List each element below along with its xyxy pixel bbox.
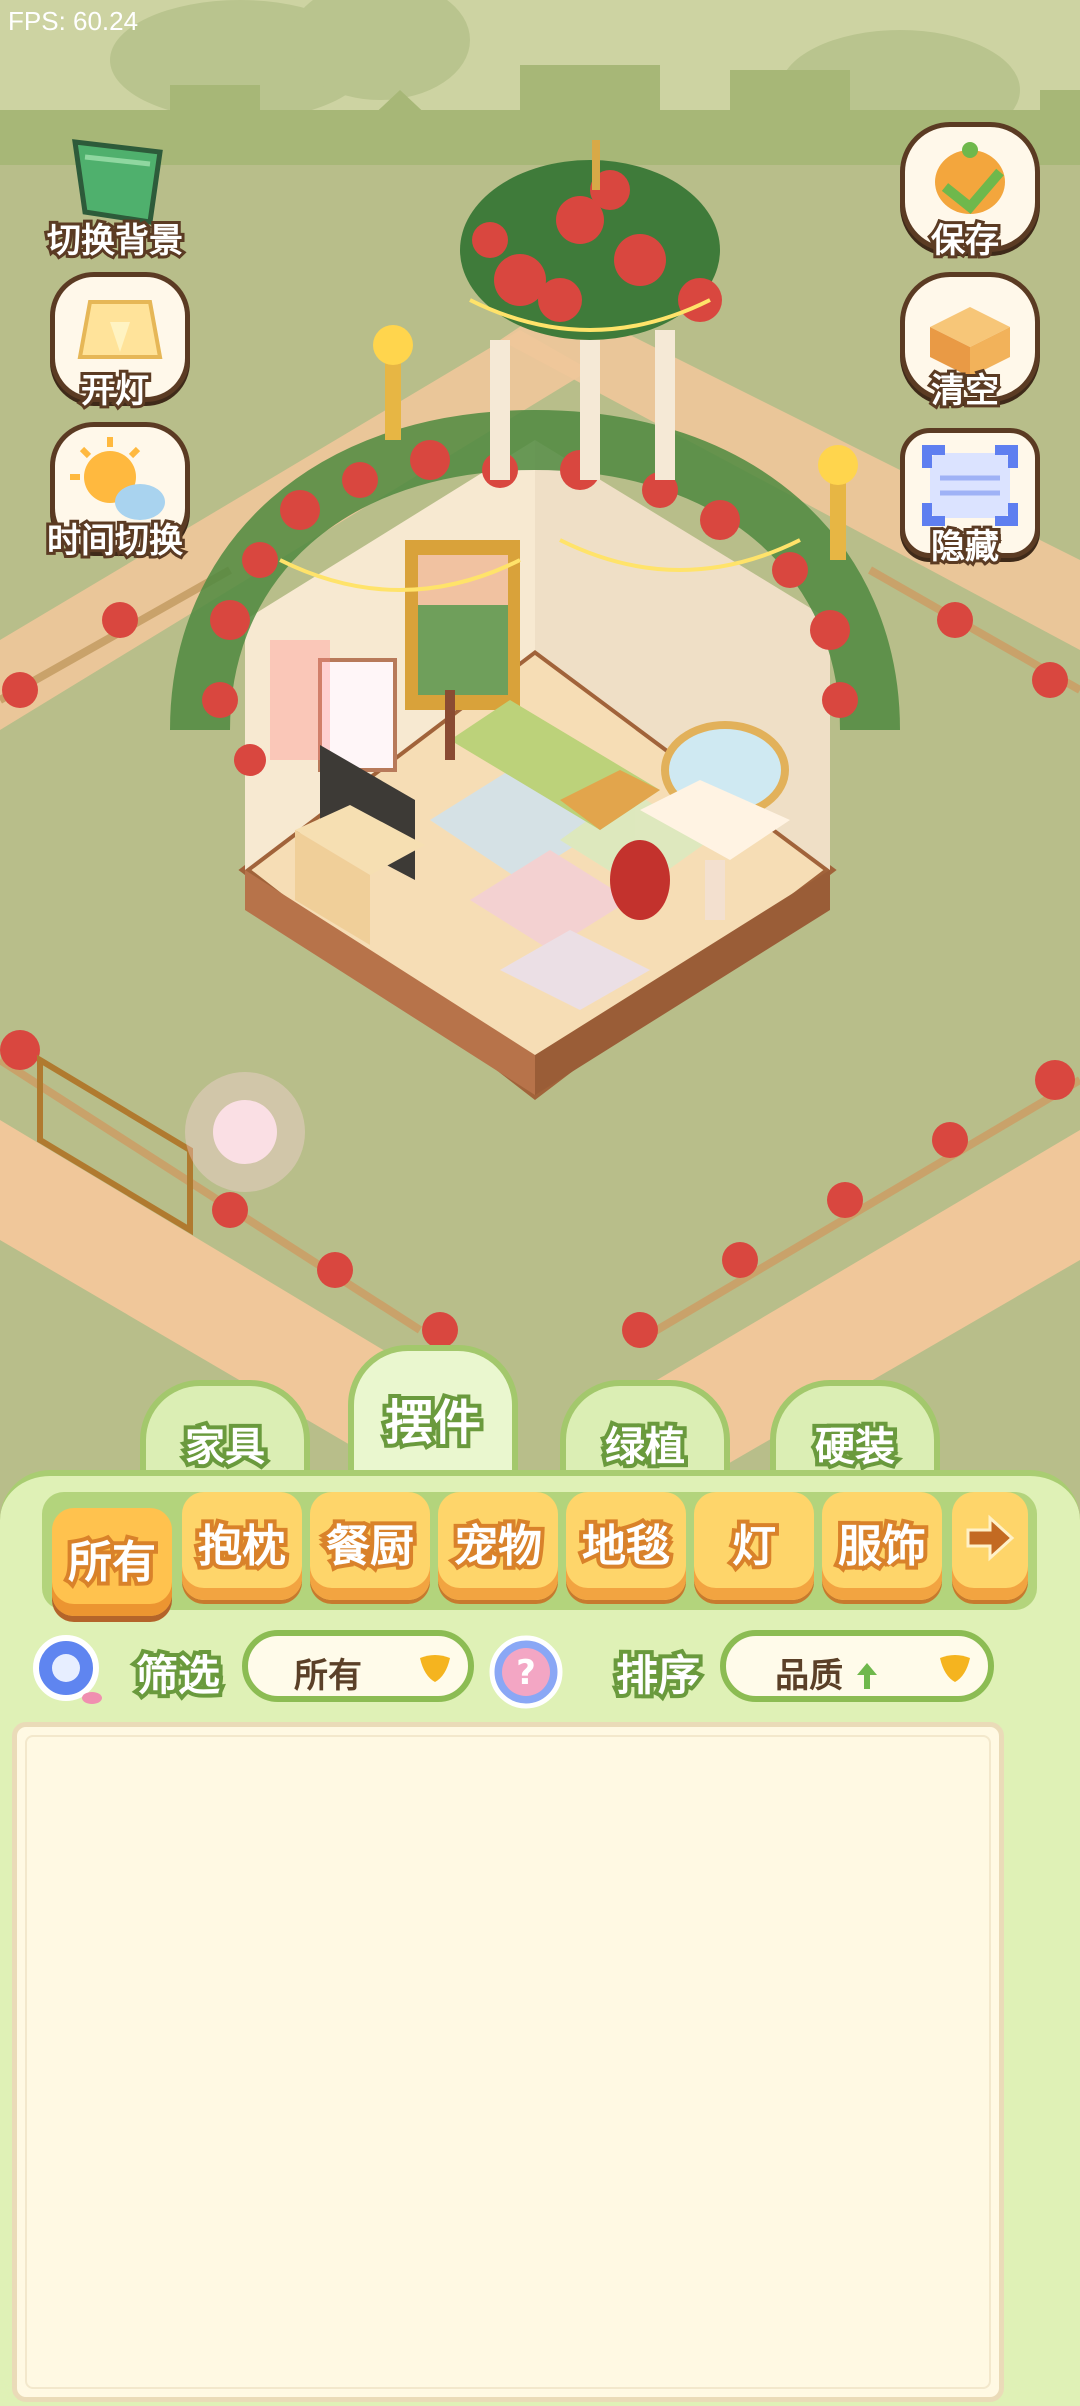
- item-list-area[interactable]: [12, 1722, 1004, 2402]
- hide-button[interactable]: 隐藏: [890, 428, 1040, 570]
- category-clothing[interactable]: 服饰: [822, 1492, 942, 1600]
- filter-dropdown[interactable]: 所有: [242, 1630, 474, 1702]
- hide-label: 隐藏: [928, 524, 1002, 570]
- sort-value: 品质: [726, 1648, 928, 1697]
- category-lamps[interactable]: 灯: [694, 1492, 814, 1600]
- sort-dropdown[interactable]: 品质: [720, 1630, 994, 1702]
- game-scene[interactable]: FPS: 60.24 切换背景 开灯 时间切换 保存 清空 隐藏: [0, 0, 1080, 1480]
- light-toggle-button[interactable]: 开灯: [40, 272, 190, 414]
- filter-value: 所有: [294, 1656, 362, 1696]
- svg-text:?: ?: [516, 1653, 536, 1693]
- category-rugs[interactable]: 地毯: [566, 1492, 686, 1600]
- time-switch-label: 时间切换: [44, 518, 186, 564]
- filter-label: 筛选: [132, 1647, 224, 1704]
- sort-label: 排序: [612, 1647, 704, 1704]
- category-pillows[interactable]: 抱枕: [182, 1492, 302, 1600]
- switch-background-button[interactable]: 切换背景: [40, 122, 190, 264]
- search-icon[interactable]: [30, 1632, 110, 1712]
- clear-button[interactable]: 清空: [890, 272, 1040, 414]
- category-pets[interactable]: 宠物: [438, 1492, 558, 1600]
- help-icon[interactable]: ?: [488, 1634, 564, 1710]
- save-button[interactable]: 保存: [890, 122, 1040, 264]
- time-switch-button[interactable]: 时间切换: [40, 422, 190, 564]
- clear-label: 清空: [928, 368, 1002, 414]
- light-toggle-label: 开灯: [78, 368, 152, 414]
- arrow-right-icon: [966, 1514, 1015, 1562]
- arrow-up-icon: [856, 1663, 877, 1689]
- category-kitchen[interactable]: 餐厨: [310, 1492, 430, 1600]
- filter-sort-row: 筛选 所有 ? 排序 品质: [0, 1620, 1080, 1720]
- save-label: 保存: [928, 218, 1002, 264]
- switch-background-label: 切换背景: [44, 218, 186, 264]
- chevron-down-icon: [420, 1655, 450, 1682]
- chevron-down-icon: [940, 1655, 970, 1682]
- category-all[interactable]: 所有: [52, 1508, 172, 1616]
- category-next-button[interactable]: [952, 1492, 1028, 1600]
- fps-counter: FPS: 60.24: [8, 6, 139, 36]
